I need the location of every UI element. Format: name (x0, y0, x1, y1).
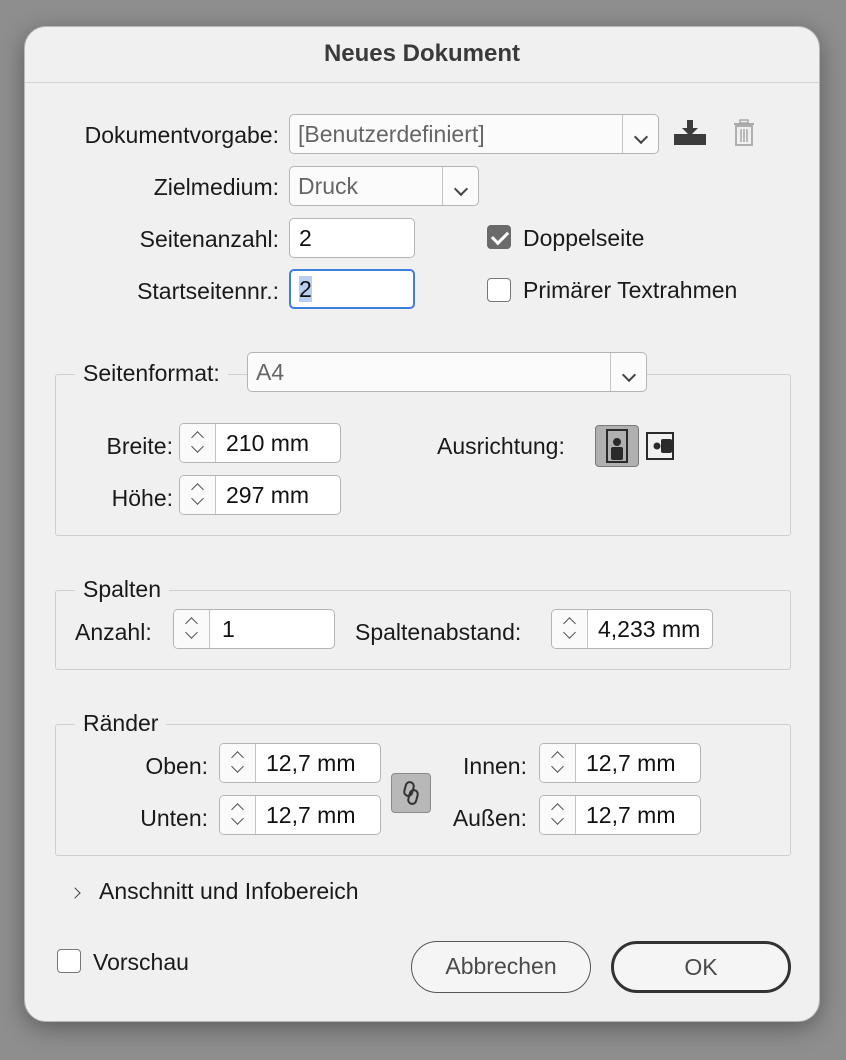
stepper-arrows-icon[interactable] (174, 610, 210, 648)
bleed-slug-label[interactable]: Anschnitt und Infobereich (99, 876, 359, 906)
width-stepper[interactable]: 210 mm (179, 423, 341, 463)
portrait-orientation-button[interactable] (595, 425, 639, 467)
facing-pages-label: Doppelseite (523, 225, 645, 251)
margin-inside-value: 12,7 mm (586, 750, 676, 776)
gutter-value: 4,233 mm (598, 616, 701, 642)
orientation-label: Ausrichtung: (437, 433, 565, 459)
chevron-down-icon (622, 115, 658, 153)
chevron-down-icon (610, 353, 646, 391)
intent-dropdown[interactable]: Druck (289, 166, 479, 206)
stepper-arrows-icon[interactable] (540, 744, 576, 782)
stepper-arrows-icon[interactable] (552, 610, 588, 648)
column-count-stepper[interactable]: 1 (173, 609, 335, 649)
width-value: 210 mm (226, 430, 310, 456)
intent-value: Druck (298, 173, 359, 199)
chevron-down-icon (442, 167, 478, 205)
primary-text-frame-checkbox[interactable] (487, 278, 511, 302)
landscape-icon (646, 432, 674, 460)
pages-input[interactable]: 2 (289, 218, 415, 258)
page-size-legend: Seitenformat: (75, 358, 228, 388)
chevron-right-icon (69, 887, 81, 899)
save-preset-icon[interactable] (673, 119, 707, 147)
stepper-arrows-icon[interactable] (180, 424, 216, 462)
portrait-icon (606, 429, 628, 463)
cancel-button[interactable]: Abbrechen (411, 941, 591, 993)
start-page-label: Startseitennr.: (137, 278, 279, 304)
page-size-value: A4 (256, 359, 285, 385)
margin-inside-label: Innen: (463, 753, 527, 779)
column-count-value: 1 (222, 616, 235, 642)
landscape-orientation-button[interactable] (645, 429, 675, 463)
dialog-title: Neues Dokument (25, 27, 819, 83)
width-label: Breite: (106, 433, 173, 459)
stepper-arrows-icon[interactable] (540, 796, 576, 834)
facing-pages-checkbox[interactable] (487, 225, 511, 249)
preset-dropdown[interactable]: [Benutzerdefiniert] (289, 114, 659, 154)
margin-outside-label: Außen: (452, 805, 527, 831)
margins-legend: Ränder (75, 708, 167, 738)
height-label: Höhe: (111, 485, 173, 511)
pages-label: Seitenanzahl: (139, 226, 279, 252)
page-size-dropdown[interactable]: A4 (247, 352, 647, 392)
margin-inside-stepper[interactable]: 12,7 mm (539, 743, 701, 783)
margin-outside-stepper[interactable]: 12,7 mm (539, 795, 701, 835)
start-page-input[interactable]: 2 (289, 269, 415, 309)
height-value: 297 mm (226, 482, 310, 508)
columns-legend: Spalten (75, 574, 170, 604)
ok-button[interactable]: OK (611, 941, 791, 993)
trash-icon[interactable] (733, 119, 755, 147)
stepper-arrows-icon[interactable] (180, 476, 216, 514)
gutter-stepper[interactable]: 4,233 mm (551, 609, 713, 649)
intent-label: Zielmedium: (153, 174, 279, 200)
preset-label: Dokumentvorgabe: (84, 122, 279, 148)
column-count-label: Anzahl: (75, 619, 152, 645)
preset-value: [Benutzerdefiniert] (298, 121, 485, 147)
primary-text-frame-label: Primärer Textrahmen (523, 277, 738, 303)
preview-checkbox[interactable] (57, 949, 81, 973)
height-stepper[interactable]: 297 mm (179, 475, 341, 515)
margin-outside-value: 12,7 mm (586, 802, 676, 828)
start-page-value: 2 (299, 276, 312, 302)
new-document-dialog: Neues Dokument Dokumentvorgabe: [Benutze… (24, 26, 820, 1022)
gutter-label: Spaltenabstand: (355, 619, 522, 645)
preview-label: Vorschau (93, 949, 189, 975)
